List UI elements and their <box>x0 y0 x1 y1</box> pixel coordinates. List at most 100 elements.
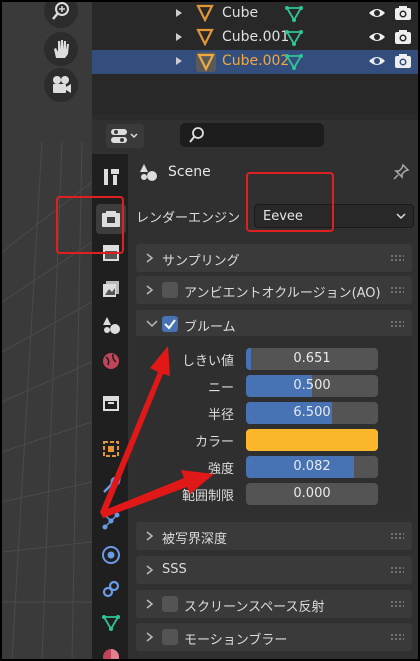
section-sampling[interactable]: サンプリング <box>136 244 412 272</box>
ao-checkbox[interactable] <box>162 282 178 298</box>
drag-handle-icon[interactable] <box>390 600 404 608</box>
chevron-right-icon <box>146 565 154 575</box>
radius-slider[interactable]: 6.500 <box>246 402 378 424</box>
knee-slider[interactable]: 0.500 <box>246 375 378 397</box>
color-label: カラー <box>194 435 234 450</box>
pin-icon[interactable] <box>392 163 410 181</box>
tab-physics[interactable] <box>96 540 126 570</box>
constraints-icon <box>102 580 120 598</box>
radius-label: 半径 <box>207 408 234 423</box>
triangle-expand-icon[interactable] <box>176 57 182 65</box>
ssr-checkbox[interactable] <box>162 596 178 612</box>
slider-value: 0.651 <box>293 351 331 366</box>
drag-handle-icon[interactable] <box>390 254 404 262</box>
tab-tool[interactable] <box>96 162 126 192</box>
drag-handle-icon[interactable] <box>390 566 404 574</box>
triangle-expand-icon[interactable] <box>176 9 182 17</box>
context-scene-label: Scene <box>168 164 211 180</box>
tab-particles[interactable] <box>96 506 126 536</box>
chevron-right-icon <box>146 531 154 541</box>
zoom-icon <box>52 2 69 20</box>
render-camera-icon[interactable] <box>394 5 412 21</box>
collection-icon <box>103 396 119 411</box>
tab-world[interactable] <box>96 346 126 376</box>
tab-modifiers[interactable] <box>96 470 126 500</box>
threshold-label: しきい値 <box>181 354 234 369</box>
drag-handle-icon[interactable] <box>390 532 404 540</box>
mesh-data-icon[interactable] <box>284 28 304 48</box>
knee-label: ニー <box>207 381 234 396</box>
eye-icon[interactable] <box>368 54 386 68</box>
object-props-icon <box>103 441 119 457</box>
chevron-down-icon <box>396 213 406 220</box>
section-label: SSS <box>162 562 187 577</box>
section-label: アンビエントオクルージョン(AO) <box>184 286 381 301</box>
tool-icon <box>104 169 119 185</box>
section-ao[interactable]: アンビエントオクルージョン(AO) <box>136 276 412 304</box>
outliner-row-cube-001[interactable]: Cube.001 <box>92 26 418 50</box>
bloom-settings: しきい値 0.651 ニー 0.500 半径 6.500 カラー 強度 0.08… <box>136 336 412 516</box>
tab-constraints[interactable] <box>96 574 126 604</box>
slider-value: 0.500 <box>293 378 331 393</box>
3d-viewport[interactable] <box>2 2 92 659</box>
mesh-data-icon[interactable] <box>284 52 304 72</box>
bloom-checkbox[interactable] <box>162 316 178 332</box>
object-icon <box>196 52 216 72</box>
section-motion-blur[interactable]: モーションブラー <box>136 623 412 651</box>
modifier-icon <box>103 476 121 493</box>
section-label: ブルーム <box>184 320 236 335</box>
outliner-object-name: Cube.002 <box>222 53 290 69</box>
tab-object[interactable] <box>96 434 126 464</box>
chevron-right-icon <box>146 599 154 609</box>
section-sss[interactable]: SSS <box>136 556 412 584</box>
section-label: スクリーンスペース反射 <box>184 600 325 615</box>
viewport-grid <box>2 141 92 659</box>
section-label: サンプリング <box>162 254 240 269</box>
drag-handle-icon[interactable] <box>390 320 404 328</box>
section-dof[interactable]: 被写界深度 <box>136 522 412 550</box>
section-label: 被写界深度 <box>162 532 228 547</box>
intensity-label: 強度 <box>207 462 234 477</box>
clamp-slider[interactable]: 0.000 <box>246 483 378 505</box>
drag-handle-icon[interactable] <box>390 286 404 294</box>
material-icon <box>103 649 119 659</box>
mesh-data-icon[interactable] <box>284 4 304 24</box>
outliner: Cube Cube.001 Cube.002 <box>92 2 418 114</box>
tab-collection[interactable] <box>96 388 126 418</box>
threshold-slider[interactable]: 0.651 <box>246 348 378 370</box>
check-icon <box>164 319 176 330</box>
section-bloom[interactable]: ブルーム <box>136 310 412 338</box>
slider-value: 0.000 <box>293 486 331 501</box>
editor-type-dropdown[interactable] <box>106 124 144 148</box>
tab-material[interactable] <box>96 642 126 659</box>
pan-button[interactable] <box>44 32 78 66</box>
chevron-right-icon <box>146 253 154 263</box>
outliner-object-name: Cube.001 <box>222 29 290 45</box>
camera-view-icon <box>53 76 71 93</box>
particles-icon <box>102 512 120 530</box>
camera-view-button[interactable] <box>44 68 78 102</box>
outliner-row-cube[interactable]: Cube <box>92 2 418 26</box>
drag-handle-icon[interactable] <box>390 633 404 641</box>
render-camera-icon[interactable] <box>394 53 412 69</box>
physics-icon <box>102 546 120 564</box>
intensity-slider[interactable]: 0.082 <box>246 456 378 478</box>
data-icon <box>102 615 120 631</box>
tab-scene[interactable] <box>96 310 126 340</box>
render-camera-icon[interactable] <box>394 29 412 45</box>
tab-data[interactable] <box>96 608 126 638</box>
section-ssr[interactable]: スクリーンスペース反射 <box>136 590 412 618</box>
eye-icon[interactable] <box>368 6 386 20</box>
search-icon <box>189 127 204 143</box>
view-layer-icon <box>103 281 119 297</box>
outliner-row-cube-002[interactable]: Cube.002 <box>92 50 418 74</box>
bloom-color-swatch[interactable] <box>246 429 378 451</box>
chevron-down-icon <box>146 320 158 328</box>
eye-icon[interactable] <box>368 30 386 44</box>
chevron-right-icon <box>146 285 154 295</box>
motion-blur-checkbox[interactable] <box>162 629 178 645</box>
triangle-expand-icon[interactable] <box>176 33 182 41</box>
tab-view-layer[interactable] <box>96 274 126 304</box>
search-input[interactable] <box>180 123 324 147</box>
scene-icon <box>103 317 120 334</box>
